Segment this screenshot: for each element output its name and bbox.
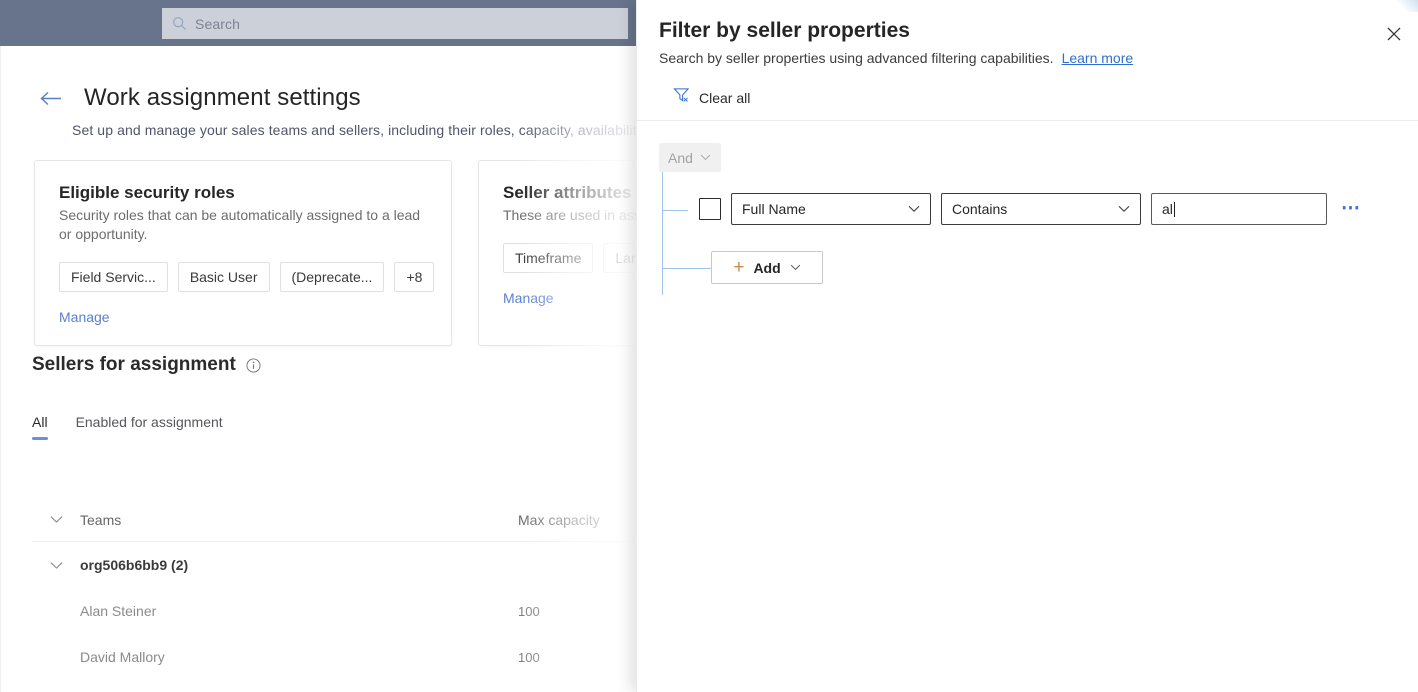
clear-all-label: Clear all [699,89,751,106]
arrow-left-icon[interactable] [40,91,62,106]
field-select[interactable]: Full Name [731,193,931,225]
seller-capacity: 100 [518,603,540,619]
text-cursor [1173,202,1175,217]
chip[interactable]: Timeframe [503,243,594,273]
seller-name: David Mallory [80,649,165,665]
group-operator-label: And [668,149,693,166]
manage-link[interactable]: Manage [59,309,110,325]
manage-link[interactable]: Manage [503,290,554,306]
operator-select[interactable]: Contains [941,193,1141,225]
tab-all[interactable]: All [32,414,48,440]
sellers-heading: Sellers for assignment [32,354,236,375]
chip[interactable]: (Deprecate... [279,262,385,292]
chevron-down-icon [700,154,711,161]
team-name: org506b6bb9 (2) [80,557,189,573]
search-placeholder: Search [195,15,240,32]
tree-connector-add [662,268,711,269]
card-title: Eligible security roles [59,183,235,202]
sellers-grid: Teams Max capacity org506b6bb9 (2) Alan … [32,498,636,680]
panel-corner-accent [1396,0,1418,12]
sellers-section-header: Sellers for assignment [32,354,261,376]
chip-list: Field Servic... Basic User (Deprecate...… [59,262,435,292]
sellers-tabs: All Enabled for assignment [32,414,223,440]
field-select-value: Full Name [742,201,806,217]
seller-capacity: 100 [518,649,540,665]
chevron-down-icon [790,264,801,271]
info-icon[interactable] [246,357,261,373]
card-eligible-security-roles: Eligible security roles Security roles t… [34,160,452,346]
chevron-down-icon [908,205,920,213]
page-header: Work assignment settings [40,84,361,112]
clear-all-button[interactable]: Clear all [673,87,750,108]
filter-clear-icon [673,87,690,108]
filter-side-panel: Filter by seller properties Search by se… [636,0,1418,692]
operator-select-value: Contains [952,201,1008,217]
chevron-down-icon[interactable] [32,561,80,570]
add-condition-button[interactable]: + Add [711,251,823,284]
expand-all-chevron-down-icon[interactable] [32,515,80,524]
chevron-down-icon [1118,205,1130,213]
table-row[interactable]: org506b6bb9 (2) [32,542,636,588]
chip[interactable]: Basic User [177,262,270,292]
column-header-max-capacity[interactable]: Max capacity [518,512,636,528]
tree-connector-vertical [662,172,663,295]
search-icon [172,16,187,31]
close-icon[interactable] [1378,20,1410,48]
condition-checkbox[interactable] [699,198,721,220]
seller-name: Alan Steiner [80,603,157,619]
ellipsis-icon[interactable]: ⋯ [1337,199,1365,218]
tab-enabled-for-assignment[interactable]: Enabled for assignment [76,414,223,440]
table-row[interactable]: Alan Steiner 100 [32,588,636,634]
panel-subtitle-row: Search by seller properties using advanc… [659,50,1133,66]
plus-icon: + [733,256,745,278]
group-operator-dropdown[interactable]: And [659,143,721,172]
filter-builder: And Full Name Contains al ⋯ + Add [637,120,1418,692]
grid-header-row: Teams Max capacity [32,498,636,542]
left-edge-divider [0,46,1,692]
chip[interactable]: Field Servic... [59,262,168,292]
panel-title: Filter by seller properties [659,19,910,42]
page-subtitle: Set up and manage your sales teams and s… [72,122,656,138]
app-root: Search Work assignment settings Set up a… [0,0,1418,692]
table-row[interactable]: David Mallory 100 [32,634,636,680]
card-description: Security roles that can be automatically… [59,207,421,242]
page-title: Work assignment settings [84,84,361,111]
value-input[interactable]: al [1151,193,1327,225]
filter-condition-row: Full Name Contains al ⋯ [699,193,1365,225]
global-search-box[interactable]: Search [162,8,628,39]
tree-connector-condition [662,210,688,211]
learn-more-link[interactable]: Learn more [1062,50,1134,66]
panel-subtitle: Search by seller properties using advanc… [659,50,1054,66]
value-input-text: al [1162,201,1173,217]
chip-overflow-count[interactable]: +8 [394,262,435,292]
add-button-label: Add [753,259,781,276]
column-header-teams[interactable]: Teams [80,512,518,528]
